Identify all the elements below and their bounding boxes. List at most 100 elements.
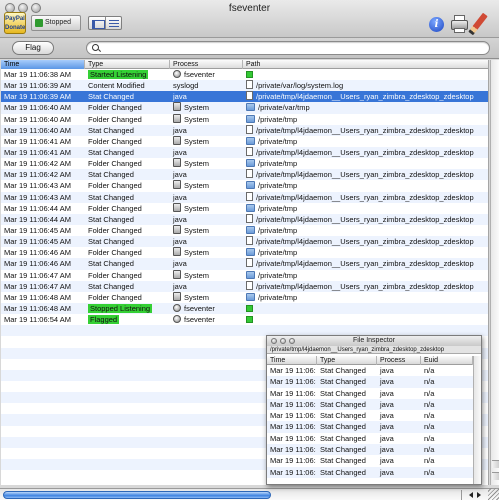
inspector-cell-type: Stat Changed <box>320 467 366 477</box>
table-row[interactable]: Mar 19 11:06:47 AM Stat Changed java/priva… <box>1 280 488 292</box>
folder-icon <box>246 103 255 112</box>
inspector-table-header: Time Type Process Euid <box>267 356 473 365</box>
scroll-up-arrow[interactable] <box>492 460 499 468</box>
print-icon[interactable] <box>451 15 468 34</box>
process-text: fseventer <box>184 315 215 325</box>
cell-process: System <box>170 113 243 125</box>
scroll-arrows[interactable] <box>461 490 487 500</box>
inspector-cell-euid: n/a <box>424 399 435 409</box>
search-field[interactable] <box>86 41 490 55</box>
vertical-scrollbar[interactable] <box>490 60 499 485</box>
table-row[interactable]: Mar 19 11:06:43 AM Stat Changed java/priva… <box>1 191 488 203</box>
table-row[interactable]: Mar 19 11:06:44 AM Folder Changed System/p… <box>1 202 488 214</box>
time-text: Mar 19 11:06:46 AM <box>4 259 71 269</box>
cell-time: Mar 19 11:06:40 AM <box>1 114 85 125</box>
table-row[interactable]: Mar 19 11:06:48 AM Folder Changed System/p… <box>1 291 488 303</box>
resize-grip[interactable] <box>488 488 499 500</box>
table-row[interactable]: Mar 19 11:06:43 AM Folder Changed System/p… <box>1 180 488 191</box>
inspector-row[interactable]: Mar 19 11:06:4 Stat Changed java n/a <box>267 455 473 466</box>
inspector-row[interactable]: Mar 19 11:06:4 Stat Changed java n/a <box>267 421 473 433</box>
table-row[interactable]: Mar 19 11:06:38 AM Started Listening fseve… <box>1 69 488 80</box>
table-row[interactable]: Mar 19 11:06:46 AM Stat Changed java/priva… <box>1 258 488 270</box>
inspector-column-euid[interactable]: Euid <box>421 356 473 365</box>
horizontal-scrollbar[interactable] <box>0 488 499 500</box>
table-row[interactable]: Mar 19 11:06:39 AM Content Modified syslog… <box>1 80 488 92</box>
inspector-cell-type: Stat Changed <box>320 456 366 466</box>
document-icon <box>246 258 253 268</box>
cell-type: Folder Changed <box>85 136 170 147</box>
column-view-icon[interactable] <box>89 17 106 29</box>
cell-process: fseventer <box>170 303 243 314</box>
table-row[interactable]: Mar 19 11:06:45 AM Folder Changed System/p… <box>1 224 488 236</box>
inspector-column-time[interactable]: Time <box>267 356 317 365</box>
column-header-time[interactable]: Time <box>1 60 85 69</box>
column-header-process[interactable]: Process <box>170 60 243 69</box>
table-row[interactable]: Mar 19 11:06:41 AM Folder Changed System/p… <box>1 135 488 147</box>
inspector-row[interactable]: Mar 19 11:06:4 Stat Changed java n/a <box>267 388 473 399</box>
flag-button[interactable]: Flag <box>12 41 54 55</box>
path-text: /private/tmp <box>258 136 298 146</box>
path-text: /private/tmp <box>258 114 298 124</box>
table-row[interactable]: Mar 19 11:06:48 AM Stopped Listening fseve… <box>1 302 488 315</box>
inspector-row[interactable]: Mar 19 11:06:2 Stat Changed java n/a <box>267 365 473 376</box>
inspector-close-button[interactable] <box>271 338 277 344</box>
type-text: Started Listening <box>88 70 149 79</box>
time-text: Mar 19 11:06:38 AM <box>4 70 71 79</box>
folder-icon <box>246 292 255 301</box>
document-icon <box>246 146 253 156</box>
cell-path: /private/tmp <box>243 136 488 147</box>
search-input[interactable] <box>103 42 483 54</box>
inspector-table-body: Mar 19 11:06:2 Stat Changed java n/a Mar 19 … <box>267 365 473 484</box>
table-row[interactable]: Mar 19 11:06:46 AM Folder Changed System/p… <box>1 247 488 258</box>
inspector-column-type[interactable]: Type <box>317 356 377 365</box>
start-stop-button[interactable]: Stopped <box>31 15 81 31</box>
inspector-zoom-button[interactable] <box>289 338 295 344</box>
inspector-row[interactable]: Mar 19 11:06:4 Stat Changed java n/a <box>267 433 473 444</box>
table-row[interactable]: Mar 19 11:06:54 AM Flagged fseventer <box>1 314 488 325</box>
paypal-icon[interactable]: PayPal Donate <box>4 12 26 34</box>
column-header-path[interactable]: Path <box>243 60 488 69</box>
cell-process: java <box>170 236 243 247</box>
path-text: /private/tmp/l4jdaemon__Users_ryan_zimbr… <box>256 281 474 291</box>
table-row[interactable]: Mar 19 11:06:47 AM Folder Changed System/p… <box>1 269 488 281</box>
table-row[interactable]: Mar 19 11:06:42 AM Stat Changed java/priva… <box>1 169 488 181</box>
scroll-down-arrow[interactable] <box>492 472 499 480</box>
table-row[interactable]: Mar 19 11:06:44 AM Stat Changed java/priva… <box>1 213 488 225</box>
column-header-type[interactable]: Type <box>85 60 170 69</box>
path-text: /private/tmp/l4jdaemon__Users_ryan_zimbr… <box>256 170 474 180</box>
inspector-row[interactable]: Mar 19 11:06:4 Stat Changed java n/a <box>267 398 473 411</box>
cell-type: Folder Changed <box>85 114 170 125</box>
view-mode-segmented-control[interactable] <box>88 16 122 30</box>
inspector-column-process[interactable]: Process <box>377 356 421 365</box>
inspector-row[interactable]: Mar 19 11:06:4 Stat Changed java n/a <box>267 376 473 388</box>
path-text: /private/var/log/system.log <box>256 81 344 91</box>
time-text: Mar 19 11:06:48 AM <box>4 292 71 302</box>
inspector-minimize-button[interactable] <box>280 338 286 344</box>
cell-time: Mar 19 11:06:46 AM <box>1 258 85 269</box>
path-text: /private/tmp <box>258 225 298 235</box>
scrollbar-thumb[interactable] <box>3 491 271 499</box>
cell-time: Mar 19 11:06:45 AM <box>1 236 85 247</box>
inspector-scrollbar[interactable] <box>473 356 481 484</box>
info-icon[interactable]: i <box>429 17 444 32</box>
type-text: Stat Changed <box>88 214 134 224</box>
inspector-cell-time: Mar 19 11:06:4 <box>270 411 317 421</box>
time-text: Mar 19 11:06:46 AM <box>4 248 71 258</box>
inspector-row[interactable]: Mar 19 11:06:4 Stat Changed java n/a <box>267 466 473 478</box>
list-view-icon[interactable] <box>106 17 122 29</box>
table-row[interactable]: Mar 19 11:06:40 AM Folder Changed System/p… <box>1 113 488 125</box>
table-row[interactable]: Mar 19 11:06:40 AM Stat Changed java/priva… <box>1 124 488 136</box>
type-text: Stopped Listening <box>88 303 153 313</box>
table-row[interactable]: Mar 19 11:06:39 AM Stat Changed java/priva… <box>1 91 488 103</box>
cell-path: /private/tmp <box>243 247 488 258</box>
table-row[interactable]: Mar 19 11:06:45 AM Stat Changed java/priva… <box>1 236 488 248</box>
table-row[interactable]: Mar 19 11:06:42 AM Folder Changed System/p… <box>1 158 488 169</box>
inspector-cell-euid: n/a <box>424 377 435 387</box>
inspector-row[interactable]: Mar 19 11:06:4 Stat Changed java n/a <box>267 410 473 421</box>
inspector-row[interactable]: Mar 19 11:06:4 Stat Changed java n/a <box>267 444 473 456</box>
table-row[interactable]: Mar 19 11:06:40 AM Folder Changed System/p… <box>1 102 488 114</box>
table-row[interactable]: Mar 19 11:06:41 AM Stat Changed java/priva… <box>1 146 488 159</box>
type-text: Content Modified <box>88 81 145 91</box>
cell-path: /private/tmp/l4jdaemon__Users_ryan_zimbr… <box>243 146 488 158</box>
pencil-icon[interactable] <box>468 12 488 36</box>
